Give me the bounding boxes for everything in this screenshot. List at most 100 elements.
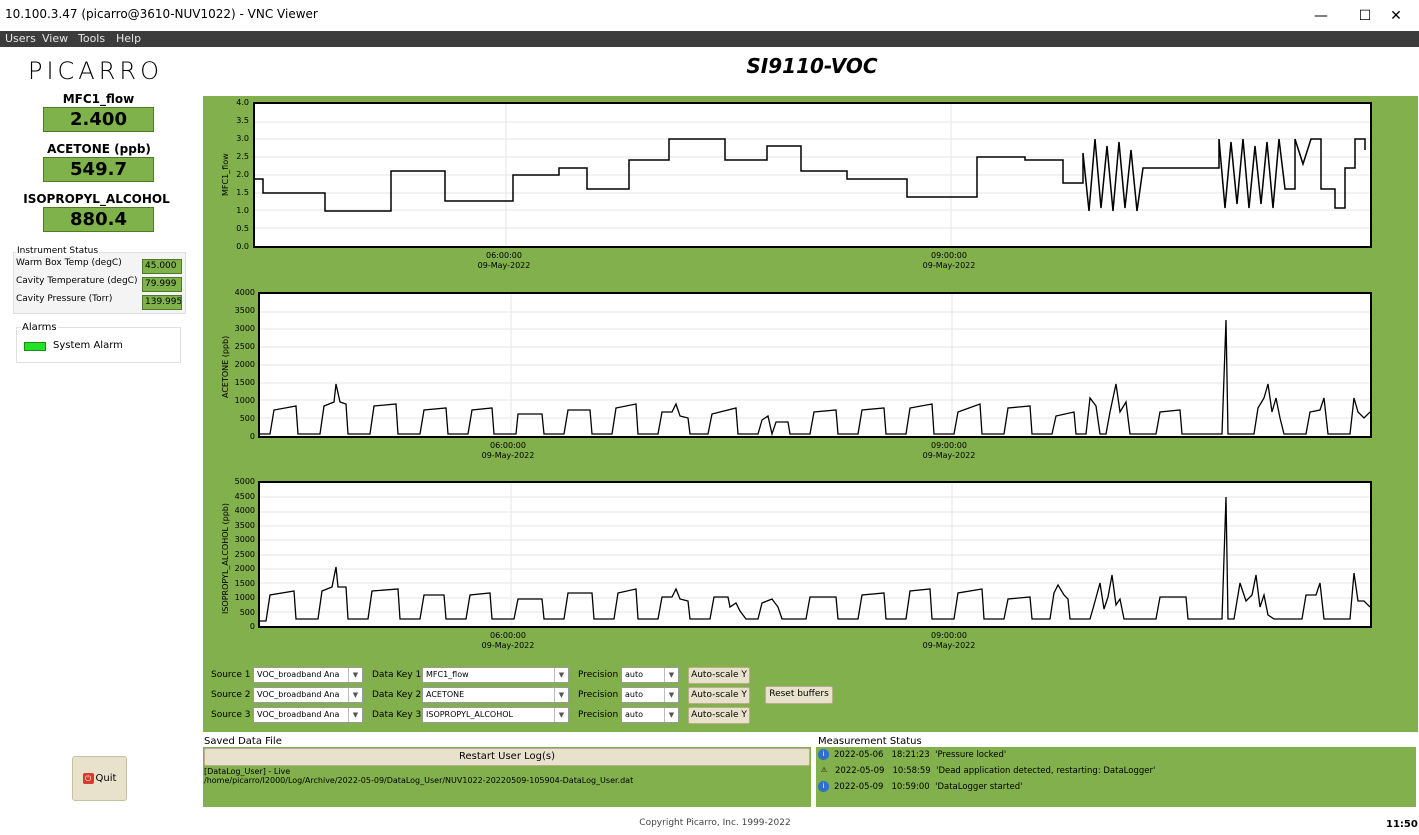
status-row: i 2022-05-09 10:59:00 'DataLogger started… <box>818 781 1023 792</box>
y-tick-label: 1000 <box>234 396 255 405</box>
datakey1-label: Data Key 1 <box>372 670 422 680</box>
acetone-plot[interactable] <box>258 292 1372 438</box>
menu-view[interactable]: View <box>42 32 68 45</box>
y-tick-label: 2.0 <box>236 170 249 179</box>
system-alarm-label: System Alarm <box>53 340 123 351</box>
source1-select[interactable]: VOC_broadband Ana ▼ <box>253 667 363 683</box>
source2-label: Source 2 <box>211 690 251 700</box>
chevron-down-icon: ▼ <box>664 708 678 722</box>
quit-button[interactable]: ⏻ Quit <box>72 756 127 801</box>
status-row: i 2022-05-06 18:21:23 'Pressure locked' <box>818 749 1006 760</box>
autoscale-y-button-1[interactable]: Auto-scale Y <box>688 667 750 684</box>
copyright-text: Copyright Picarro, Inc. 1999-2022 <box>639 818 791 828</box>
y-tick-label: 2500 <box>234 342 255 351</box>
autoscale-y-button-3[interactable]: Auto-scale Y <box>688 707 750 724</box>
menu-help[interactable]: Help <box>116 32 141 45</box>
measurement-label: MFC1_flow <box>62 92 135 106</box>
close-icon: ✕ <box>1390 7 1402 24</box>
chevron-down-icon: ▼ <box>664 668 678 682</box>
system-alarm-led-icon <box>24 342 46 351</box>
precision1-label: Precision <box>578 670 619 680</box>
instrument-status-title: Instrument Status <box>16 246 100 256</box>
precision3-select[interactable]: auto ▼ <box>621 707 679 723</box>
measurement-value: 549.7 <box>43 157 154 182</box>
window-title: 10.100.3.47 (picarro@3610-NUV1022) - VNC… <box>5 7 318 21</box>
graphs-panel: MFC1_flow 06:00:00 09-May-2022 09:00:00 09… <box>203 96 1418 732</box>
y-tick-label: 5000 <box>234 477 255 486</box>
y-tick-label: 1000 <box>234 593 255 602</box>
chevron-down-icon: ▼ <box>348 708 362 722</box>
precision1-select[interactable]: auto ▼ <box>621 667 679 683</box>
measurement-value: 2.400 <box>43 107 154 132</box>
y-tick-label: 4000 <box>234 288 255 297</box>
minimize-icon: — <box>1314 7 1328 24</box>
instrument-status-panel: Instrument Status Warm Box Temp (degC) 4… <box>13 246 186 314</box>
y-tick-label: 1500 <box>234 378 255 387</box>
y-tick-label: 1.5 <box>236 188 249 197</box>
mfc1-flow-trace <box>255 104 1370 246</box>
y-tick-label: 0.5 <box>236 224 249 233</box>
source2-select[interactable]: VOC_broadband Ana ▼ <box>253 687 363 703</box>
clock: 11:50 <box>1386 819 1418 830</box>
info-icon: i <box>818 781 829 792</box>
precision3-label: Precision <box>578 710 619 720</box>
plot1-xtick: 06:00:00 09-May-2022 <box>477 251 531 270</box>
menu-tools[interactable]: Tools <box>78 32 105 45</box>
datakey3-label: Data Key 3 <box>372 710 422 720</box>
datakey2-label: Data Key 2 <box>372 690 422 700</box>
autoscale-y-button-2[interactable]: Auto-scale Y <box>688 687 750 704</box>
y-tick-label: 2.5 <box>236 152 249 161</box>
chevron-down-icon: ▼ <box>554 668 568 682</box>
y-tick-label: 3.0 <box>236 134 249 143</box>
status-value: 139.995 <box>142 295 182 310</box>
y-tick-label: 3000 <box>234 535 255 544</box>
source3-label: Source 3 <box>211 710 251 720</box>
y-tick-label: 3500 <box>234 520 255 530</box>
datakey1-select[interactable]: MFC1_flow ▼ <box>422 667 569 683</box>
restart-user-log-button[interactable]: Restart User Log(s) <box>204 748 810 766</box>
status-value: 45.000 <box>142 259 182 274</box>
y-tick-label: 0 <box>249 622 255 631</box>
menu-users[interactable]: Users <box>5 32 36 45</box>
y-tick-label: 4000 <box>234 506 255 515</box>
quit-label: Quit <box>95 773 117 784</box>
picarro-logo: PICARRO <box>28 57 163 85</box>
measurement-value: 880.4 <box>43 207 154 232</box>
chevron-down-icon: ▼ <box>554 708 568 722</box>
precision2-select[interactable]: auto ▼ <box>621 687 679 703</box>
close-button[interactable]: ✕ <box>1373 0 1419 31</box>
saved-data-title: Saved Data File <box>204 736 282 747</box>
y-tick-label: 1.0 <box>236 206 249 215</box>
datakey2-select[interactable]: ACETONE ▼ <box>422 687 569 703</box>
source1-label: Source 1 <box>211 670 251 680</box>
isopropyl-alcohol-plot[interactable] <box>258 481 1372 628</box>
plot3-xtick: 06:00:00 09-May-2022 <box>481 631 535 650</box>
chevron-down-icon: ▼ <box>554 688 568 702</box>
y-tick-label: 500 <box>239 607 255 617</box>
source3-select[interactable]: VOC_broadband Ana ▼ <box>253 707 363 723</box>
minimize-button[interactable]: — <box>1298 0 1344 31</box>
measurement-label: ACETONE (ppb) <box>47 142 151 156</box>
mfc1-flow-plot[interactable] <box>253 102 1372 248</box>
plot1-xtick: 09:00:00 09-May-2022 <box>922 251 976 270</box>
chevron-down-icon: ▼ <box>348 668 362 682</box>
y-tick-label: 3.5 <box>236 116 249 125</box>
y-tick-label: 4.0 <box>236 98 249 107</box>
reset-buffers-button[interactable]: Reset buffers <box>765 686 833 704</box>
datakey3-select[interactable]: ISOPROPYL_ALCOHOL ▼ <box>422 707 569 723</box>
y-tick-label: 0 <box>249 432 255 441</box>
window-titlebar: 10.100.3.47 (picarro@3610-NUV1022) - VNC… <box>0 0 1419 31</box>
status-label: Cavity Temperature (degC) <box>16 276 138 286</box>
power-icon: ⏻ <box>82 773 94 784</box>
measurement-status-panel: i 2022-05-06 18:21:23 'Pressure locked' ⚠… <box>816 747 1416 807</box>
maximize-icon: ☐ <box>1358 7 1372 24</box>
saved-data-panel: Restart User Log(s) [DataLog_User] - Liv… <box>203 747 811 807</box>
plot2-xtick: 09:00:00 09-May-2022 <box>922 441 976 460</box>
alarms-title: Alarms <box>21 322 58 333</box>
y-tick-label: 1500 <box>234 578 255 588</box>
info-icon: i <box>818 749 829 760</box>
acetone-trace <box>260 294 1371 437</box>
isopropyl-alcohol-trace <box>260 483 1371 626</box>
menubar: Users View Tools Help <box>0 31 1419 47</box>
status-value: 79.999 <box>142 277 182 292</box>
